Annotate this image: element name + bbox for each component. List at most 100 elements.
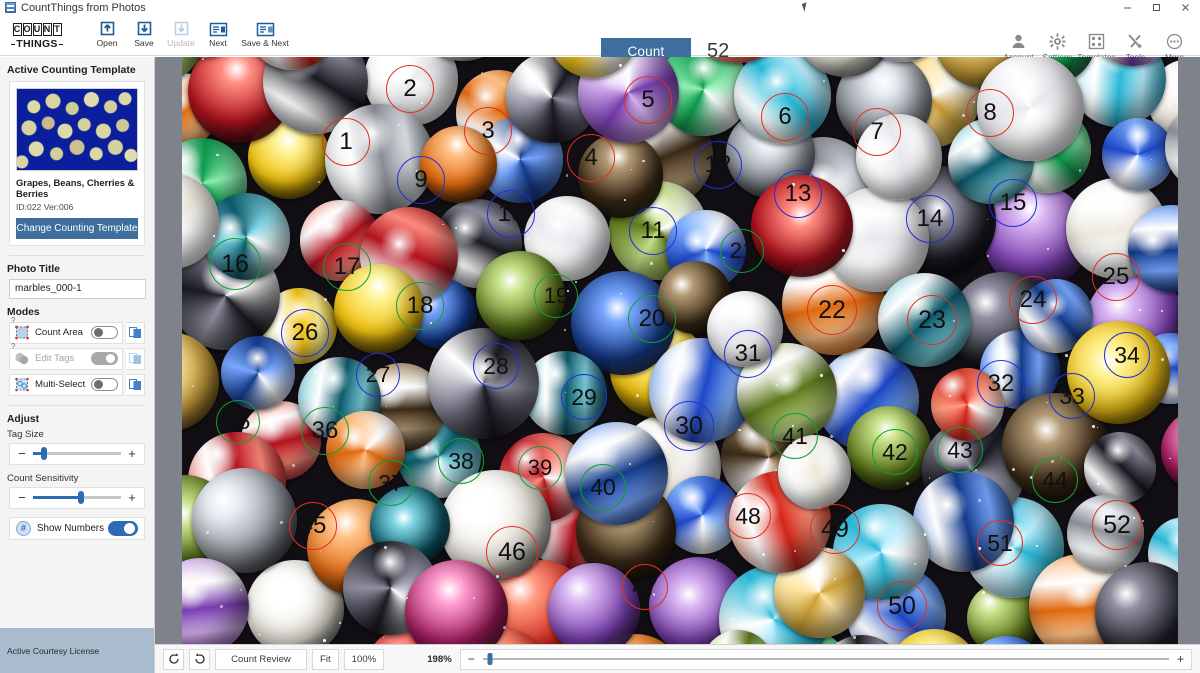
count-marker[interactable]: 2 (386, 65, 434, 113)
count-marker[interactable]: 18 (396, 282, 444, 330)
count-marker[interactable]: 20 (628, 295, 676, 343)
zoom-slider-track[interactable] (482, 653, 1169, 665)
zoom-slider[interactable]: − + (459, 648, 1192, 670)
count-marker[interactable]: 48 (725, 493, 771, 539)
zoom-100-button[interactable]: 100% (343, 648, 385, 670)
count-marker-number: 36 (311, 417, 339, 444)
count-marker[interactable]: 27 (356, 353, 400, 397)
count-marker[interactable]: 22 (807, 285, 857, 335)
count-marker[interactable]: 31 (724, 330, 772, 378)
count-marker[interactable]: 8 (966, 89, 1014, 137)
next-button[interactable]: Next (201, 18, 235, 48)
count-marker[interactable]: 40 (580, 464, 626, 510)
count-marker[interactable]: 5 (624, 76, 672, 124)
count-sensitivity-slider[interactable]: − + (9, 486, 145, 509)
help-icon[interactable]: ? (11, 342, 15, 351)
mode-count-area-toggle[interactable] (91, 326, 118, 340)
count-marker[interactable]: 21 (720, 229, 764, 273)
count-marker[interactable]: 43 (937, 427, 983, 473)
image-canvas[interactable]: 1 2 3 4 5 6 7 8 9 10 11 12 13 14 15 16 17 18 19 20 21 22 23 24 2… (155, 57, 1200, 644)
count-marker[interactable]: 16 (209, 238, 261, 290)
rotate-right-icon[interactable] (189, 648, 210, 670)
count-marker-number: 41 (782, 422, 808, 449)
count-marker[interactable]: 24 (1009, 276, 1057, 324)
count-marker[interactable]: 11 (629, 207, 677, 255)
count-marker[interactable]: 33 (1049, 373, 1095, 419)
zoom-plus-button[interactable]: + (1177, 652, 1184, 666)
count-marker[interactable]: 42 (872, 429, 918, 475)
rotate-left-icon[interactable] (163, 648, 184, 670)
count-sensitivity-track[interactable] (33, 491, 121, 505)
count-marker[interactable]: 30 (664, 401, 714, 451)
count-marker[interactable]: 1 (322, 118, 370, 166)
count-sensitivity-knob[interactable] (78, 491, 85, 505)
count-marker[interactable]: 46 (486, 526, 538, 578)
show-numbers-toggle[interactable] (108, 520, 138, 536)
count-marker[interactable]: 7 (853, 108, 901, 156)
count-marker[interactable]: 41 (772, 413, 818, 459)
count-sensitivity-plus-button[interactable]: + (126, 490, 138, 505)
count-marker[interactable]: 50 (877, 581, 927, 631)
count-marker[interactable]: 32 (977, 360, 1025, 408)
count-marker[interactable]: 13 (774, 170, 822, 218)
tag-size-slider[interactable]: − + (9, 442, 145, 465)
count-marker[interactable]: 26 (281, 309, 329, 357)
mode-edit-tags-toggle[interactable] (91, 352, 118, 366)
count-marker[interactable]: 38 (438, 438, 484, 484)
tag-size-knob[interactable] (40, 447, 47, 461)
mode-multi-select[interactable]: Multi-Select (9, 373, 123, 396)
mode-count-area[interactable]: Count Area (9, 321, 123, 344)
tag-size-track[interactable] (33, 447, 121, 461)
count-marker[interactable]: 9 (397, 156, 445, 204)
save-button[interactable]: Save (127, 18, 161, 48)
count-sensitivity-minus-button[interactable]: − (16, 490, 28, 505)
count-marker[interactable]: 17 (323, 243, 371, 291)
count-marker[interactable]: 19 (534, 274, 578, 318)
count-marker[interactable]: 47 (622, 564, 668, 610)
count-marker[interactable]: 45 (289, 502, 337, 550)
count-marker[interactable]: 29 (561, 374, 607, 420)
count-marker[interactable]: 35 (216, 400, 260, 444)
update-button[interactable]: Update (164, 18, 198, 48)
zoom-minus-button[interactable]: − (468, 652, 475, 666)
count-marker[interactable]: 49 (810, 504, 860, 554)
count-marker[interactable]: 25 (1092, 253, 1140, 301)
count-review-button[interactable]: Count Review (215, 648, 307, 670)
count-marker[interactable]: 52 (1092, 500, 1142, 550)
count-marker[interactable]: 12 (694, 141, 742, 189)
change-counting-template-button[interactable]: Change Counting Template (16, 217, 138, 239)
count-marker[interactable]: 44 (1032, 457, 1078, 503)
count-marker[interactable]: 23 (907, 295, 957, 345)
save-next-button[interactable]: Save & Next (238, 18, 292, 48)
help-icon[interactable]: ? (11, 316, 15, 325)
count-marker[interactable]: 51 (977, 520, 1023, 566)
count-marker[interactable]: 4 (567, 134, 615, 182)
count-marker[interactable]: 10 (487, 190, 535, 238)
count-marker[interactable]: 15 (989, 179, 1037, 227)
count-marker[interactable]: 14 (906, 195, 954, 243)
open-button[interactable]: Open (90, 18, 124, 48)
tag-size-plus-button[interactable]: + (126, 446, 138, 461)
multi-select-copy-icon[interactable] (126, 373, 145, 396)
fit-button[interactable]: Fit (312, 648, 339, 670)
count-marker-number: 22 (818, 295, 846, 324)
person-icon (1010, 31, 1027, 51)
minimize-button[interactable] (1113, 0, 1142, 15)
count-marker[interactable]: 34 (1104, 332, 1150, 378)
zoom-slider-knob[interactable] (487, 653, 493, 665)
count-area-copy-icon[interactable] (126, 321, 145, 344)
maximize-button[interactable] (1142, 0, 1171, 15)
count-marker[interactable]: 3 (464, 107, 512, 155)
mode-multi-select-toggle[interactable] (91, 378, 118, 392)
edit-tags-copy-icon[interactable] (126, 347, 145, 370)
count-marker[interactable]: 39 (518, 446, 562, 490)
close-button[interactable] (1171, 0, 1200, 15)
count-marker[interactable]: 28 (473, 343, 519, 389)
show-numbers-row[interactable]: # Show Numbers (9, 516, 145, 540)
count-marker[interactable]: 36 (301, 407, 349, 455)
mode-edit-tags[interactable]: Edit Tags (9, 347, 123, 370)
count-marker[interactable]: 6 (761, 93, 809, 141)
photo-title-input[interactable] (9, 278, 146, 299)
count-marker[interactable]: 37 (368, 460, 414, 506)
tag-size-minus-button[interactable]: − (16, 446, 28, 461)
